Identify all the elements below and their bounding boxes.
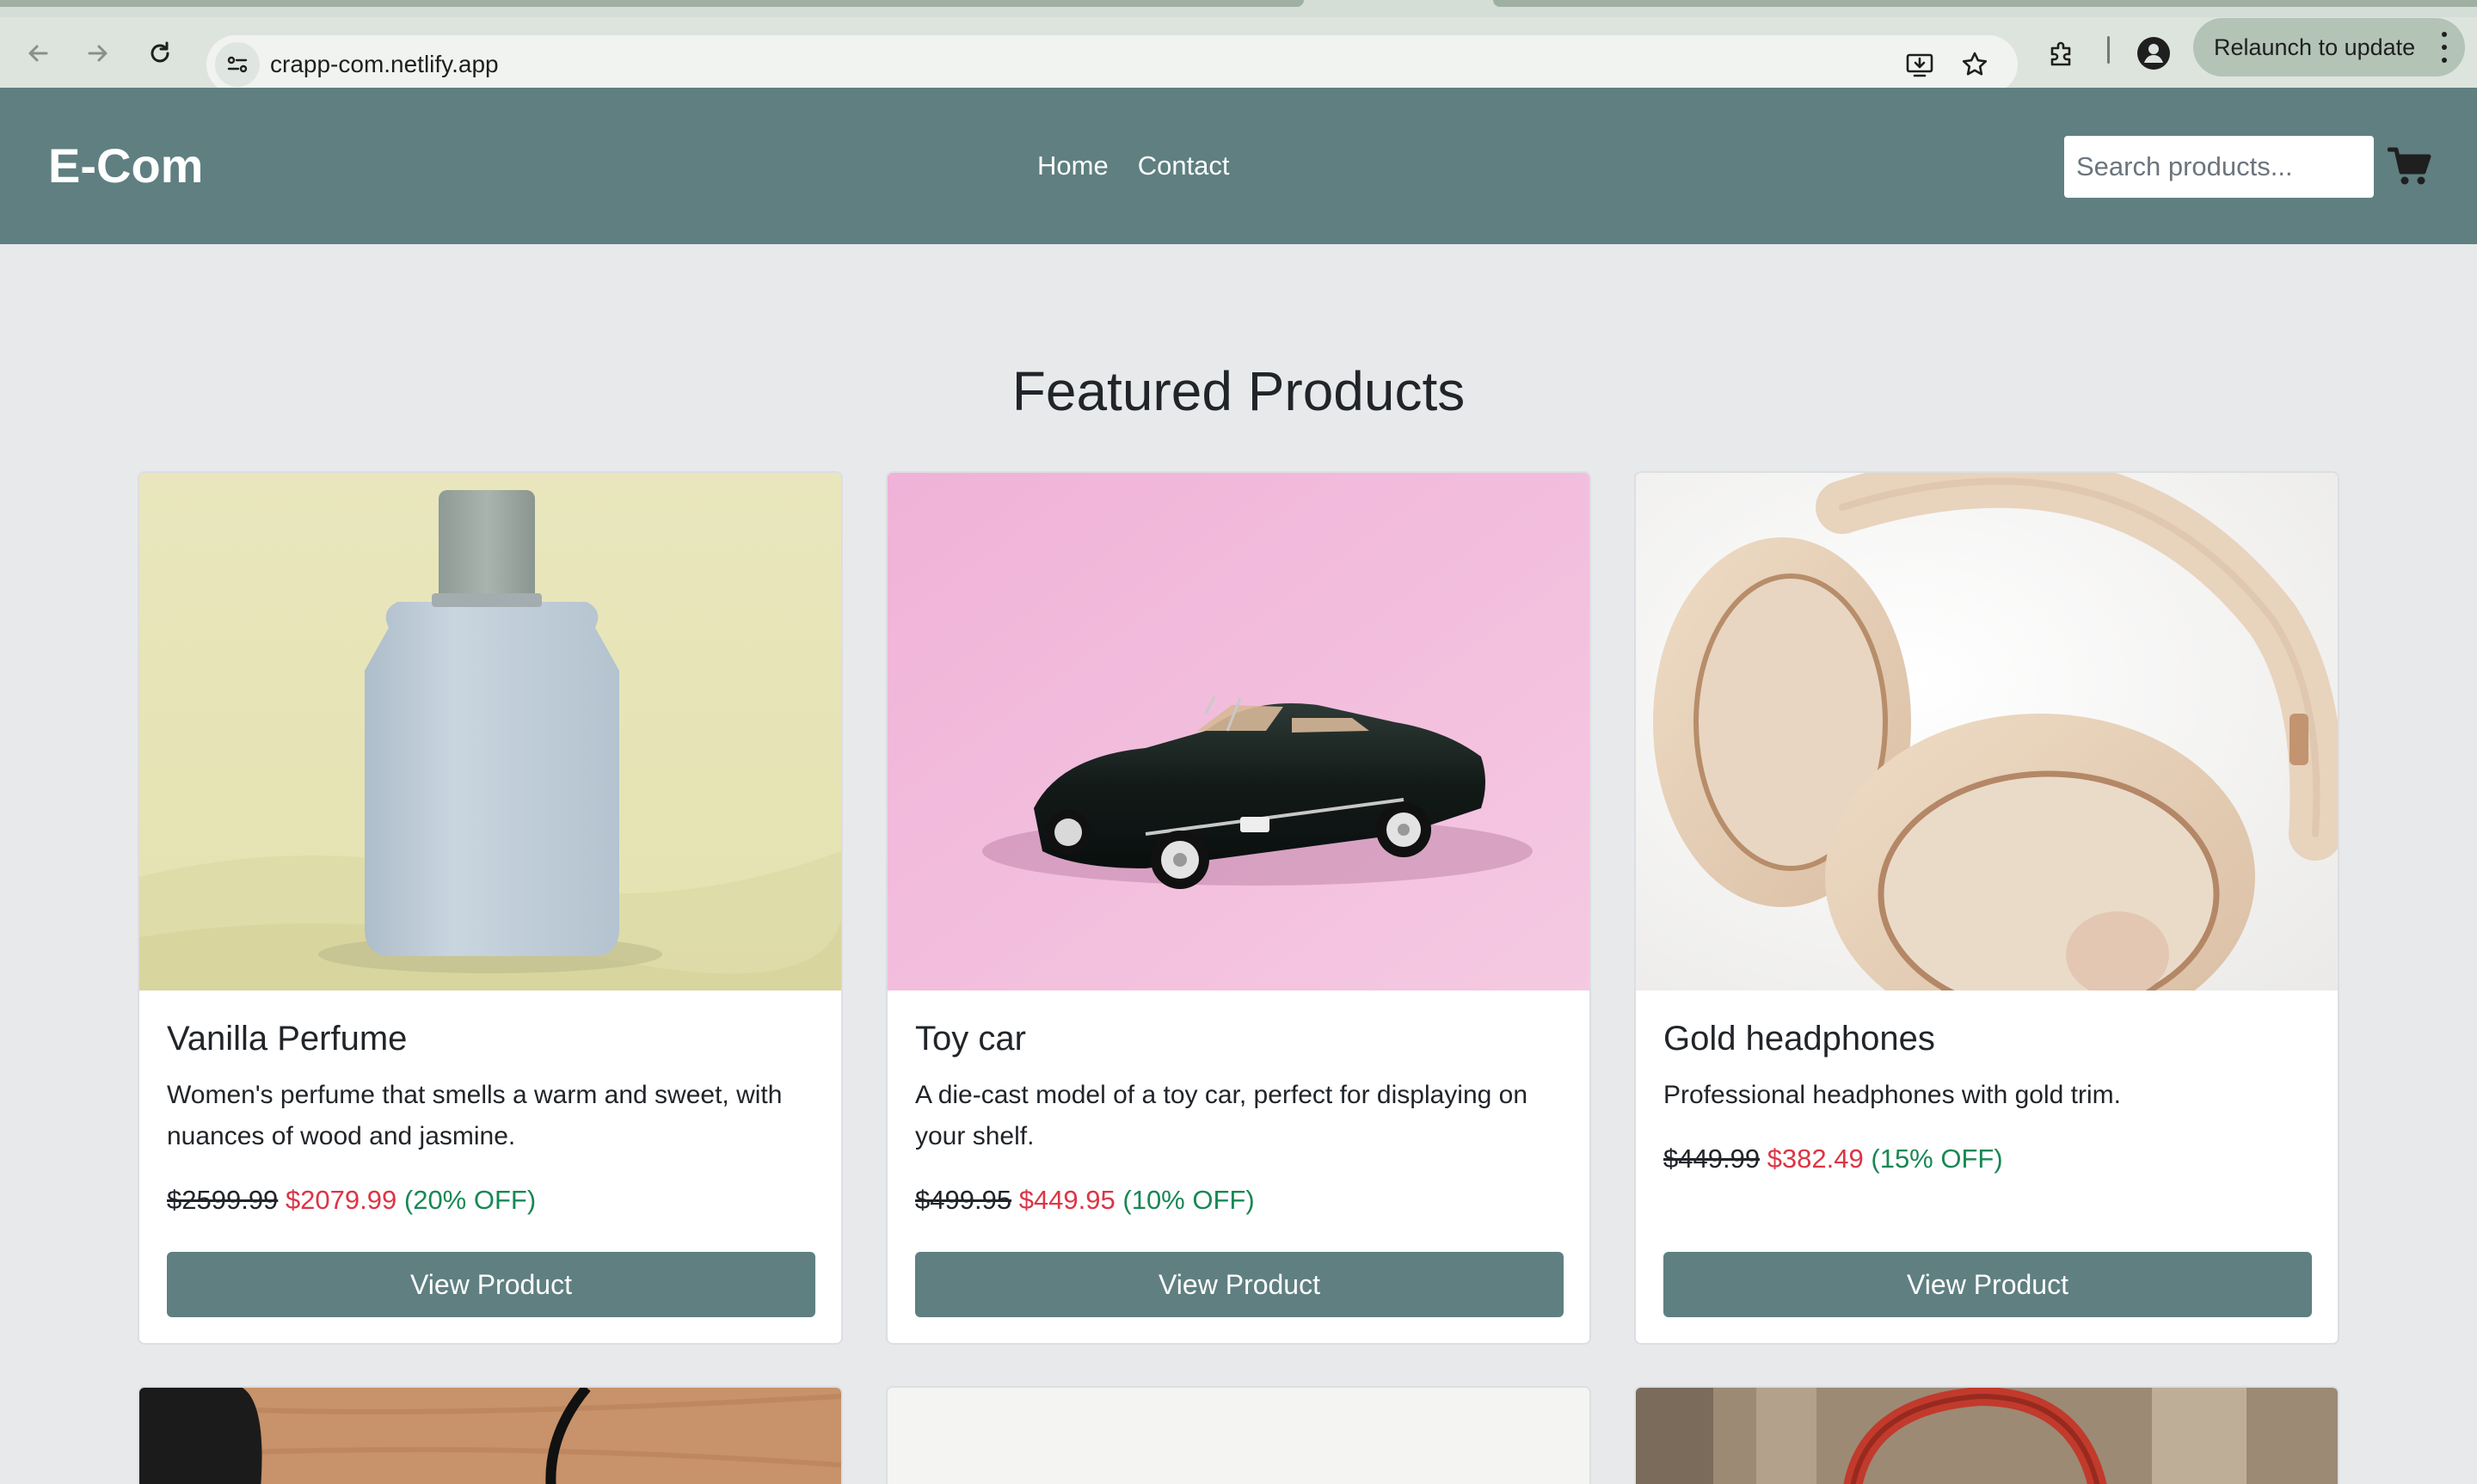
bookmark-star-icon[interactable]	[1958, 47, 1992, 82]
site-info-icon[interactable]	[215, 42, 260, 87]
product-name[interactable]: Vanilla Perfume	[167, 1020, 407, 1058]
shopping-cart-icon[interactable]	[2387, 146, 2432, 187]
discount-label: (10% OFF)	[1122, 1185, 1255, 1215]
section-title: Featured Products	[1011, 360, 1466, 422]
url-text[interactable]: crapp-com.netlify.app	[270, 35, 499, 94]
product-image-headphones[interactable]	[1636, 473, 2338, 990]
product-price: $499.95 $449.95 (10% OFF)	[915, 1185, 1255, 1216]
view-product-button[interactable]: View Product	[915, 1252, 1564, 1317]
toolbar-divider	[2107, 36, 2110, 64]
product-description: Professional headphones with gold trim.	[1663, 1081, 2121, 1109]
sale-price: $382.49	[1767, 1144, 1864, 1174]
original-price: $499.95	[915, 1185, 1012, 1215]
view-product-button[interactable]: View Product	[1663, 1252, 2312, 1317]
browser-tab[interactable]	[0, 0, 1304, 7]
product-name[interactable]: Gold headphones	[1663, 1020, 1935, 1058]
forward-arrow-icon[interactable]	[74, 29, 122, 77]
relaunch-button[interactable]: Relaunch to update	[2193, 18, 2465, 77]
nav-contact-link[interactable]: Contact	[1138, 150, 1230, 181]
product-card: Vanilla Perfume Women's perfume that sme…	[138, 471, 843, 1345]
nav-home-link[interactable]: Home	[1037, 150, 1109, 181]
product-description: Women's perfume that smells a warm and s…	[167, 1081, 783, 1150]
product-image[interactable]	[139, 1388, 841, 1484]
product-name[interactable]: Toy car	[915, 1020, 1026, 1058]
install-app-icon[interactable]	[1902, 47, 1937, 82]
product-image-toy-car[interactable]	[888, 473, 1589, 990]
product-card	[138, 1386, 843, 1484]
browser-toolbar: crapp-com.netlify.app Relaunch to update	[0, 17, 2477, 94]
relaunch-label: Relaunch to update	[2214, 34, 2416, 60]
browser-tab-strip	[0, 0, 2477, 17]
product-image[interactable]	[888, 1388, 1589, 1484]
product-card: Gold headphones Professional headphones …	[1634, 471, 2339, 1345]
product-card	[1634, 1386, 2339, 1484]
discount-label: (15% OFF)	[1871, 1144, 2003, 1174]
discount-label: (20% OFF)	[403, 1185, 537, 1215]
more-menu-icon[interactable]	[2441, 32, 2448, 63]
view-product-button[interactable]: View Product	[167, 1252, 815, 1317]
product-card	[886, 1386, 1591, 1484]
product-image-perfume[interactable]	[139, 473, 841, 990]
product-image[interactable]	[1636, 1388, 2338, 1484]
original-price: $2599.99	[167, 1185, 279, 1215]
product-price: $2599.99 $2079.99 (20% OFF)	[167, 1185, 536, 1216]
address-bar[interactable]: crapp-com.netlify.app	[206, 35, 2018, 94]
brand-logo[interactable]: E-Com	[48, 88, 203, 244]
product-price: $449.99 $382.49 (15% OFF)	[1663, 1144, 2003, 1174]
main-nav: Home Contact	[1037, 88, 1230, 244]
site-header: E-Com Home Contact	[0, 88, 2477, 244]
sale-price: $2079.99	[285, 1185, 397, 1215]
product-card: Toy car A die-cast model of a toy car, p…	[886, 471, 1591, 1345]
sale-price: $449.95	[1018, 1185, 1116, 1215]
original-price: $449.99	[1663, 1144, 1761, 1174]
reload-icon[interactable]	[136, 29, 184, 77]
profile-icon[interactable]	[2130, 29, 2178, 77]
browser-tab[interactable]	[1493, 0, 2477, 7]
product-description: A die-cast model of a toy car, perfect f…	[915, 1081, 1528, 1150]
search-input[interactable]	[2064, 136, 2374, 198]
extensions-icon[interactable]	[2038, 29, 2087, 77]
back-arrow-icon[interactable]	[14, 29, 62, 77]
